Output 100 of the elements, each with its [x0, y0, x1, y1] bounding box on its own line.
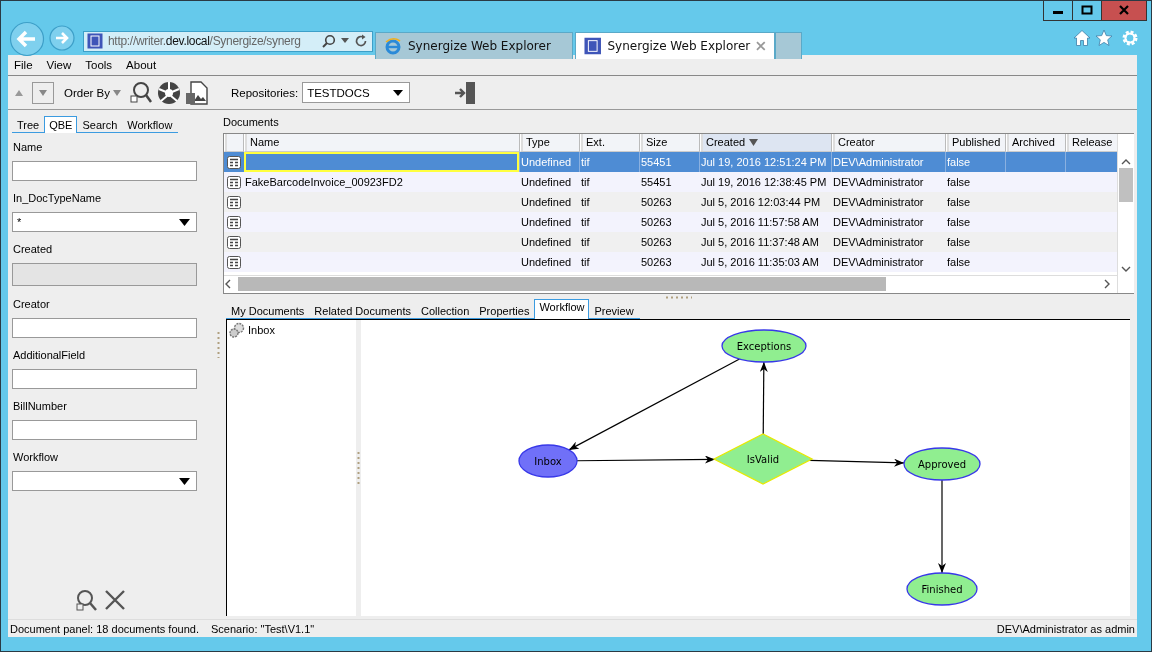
- section-title: Documents: [223, 116, 280, 129]
- tree-item[interactable]: Inbox: [227, 320, 356, 340]
- input-field[interactable]: [12, 420, 197, 440]
- caret-icon: [179, 477, 190, 485]
- panel-tab[interactable]: Search: [77, 116, 123, 132]
- table-cell-text: DEV\Administrator: [832, 255, 925, 270]
- table-cell-text: 55451: [640, 175, 673, 190]
- dropdown-field[interactable]: [12, 471, 197, 491]
- panel-tab[interactable]: Preview: [589, 301, 639, 318]
- field-label: Created: [13, 243, 54, 257]
- star-icon[interactable]: [1095, 29, 1113, 47]
- panel-tab[interactable]: Workflow: [534, 299, 590, 319]
- aperture-icon[interactable]: [157, 80, 181, 105]
- field-label: Workflow: [13, 451, 60, 465]
- splitter-handle[interactable]: [664, 295, 693, 299]
- caret-icon: [113, 89, 121, 96]
- table-cell-text: FakeBarcodeInvoice_00923FD2: [244, 175, 404, 190]
- exit-icon[interactable]: [454, 80, 477, 105]
- panel-tab[interactable]: My Documents: [226, 301, 310, 318]
- scroll-right-icon[interactable]: [1103, 279, 1112, 289]
- field-label: In_DocTypeName: [13, 192, 103, 206]
- clear-icon[interactable]: [104, 589, 126, 611]
- field-label: BillNumber: [13, 400, 68, 414]
- panel-tab[interactable]: Collection: [415, 301, 475, 318]
- table-row[interactable]: Undefined tif 50263 Jul 5, 2016 12:03:44 PM DEV\Administrator false: [224, 192, 1118, 212]
- caret-icon[interactable]: [341, 38, 349, 44]
- table-cell-text: tif: [580, 195, 591, 210]
- workflow-node[interactable]: Inbox: [518, 444, 578, 478]
- forward-button[interactable]: [49, 25, 75, 51]
- field-label: AdditionalField: [13, 349, 87, 363]
- table-cell-text: 50263: [640, 195, 673, 210]
- page-icon: [87, 33, 103, 49]
- panel-tab[interactable]: Tree: [12, 116, 45, 132]
- settings-icon[interactable]: [1121, 29, 1139, 47]
- move-up-icon[interactable]: [14, 88, 24, 97]
- splitter-handle[interactable]: [217, 330, 220, 359]
- close-button[interactable]: [1101, 1, 1146, 20]
- address-bar[interactable]: http://writer.dev.local/Synergize/synerg: [83, 30, 373, 52]
- document-icon: [227, 175, 241, 189]
- menu-item[interactable]: File: [14, 59, 33, 71]
- back-button[interactable]: [9, 21, 45, 57]
- table-cell-text: Undefined: [520, 235, 573, 250]
- dropdown-field[interactable]: *: [12, 212, 197, 232]
- table-cell-text: Jul 5, 2016 11:57:58 AM: [700, 215, 820, 230]
- user-text: DEV\Administrator as admin: [996, 622, 1135, 635]
- panel-tab[interactable]: Workflow: [122, 116, 178, 132]
- column-header[interactable]: [224, 134, 244, 152]
- splitter-handle[interactable]: [357, 451, 360, 485]
- document-icon: [227, 155, 241, 169]
- sort-descending-icon: [749, 139, 759, 146]
- search-icon[interactable]: [129, 80, 153, 105]
- column-header[interactable]: Name: [244, 134, 520, 152]
- table-row[interactable]: FakeBarcodeInvoice_00923FD2 Undefined tif 55451 Jul 19, 2016 12:38:45 PM DEV\Administrator false: [224, 172, 1118, 192]
- vertical-scrollbar[interactable]: [1117, 134, 1134, 293]
- workflow-node[interactable]: Exceptions: [721, 329, 807, 363]
- table-row[interactable]: Undefined tif 50263 Jul 5, 2016 11:37:48 AM DEV\Administrator false: [224, 232, 1118, 252]
- repository-dropdown[interactable]: TESTDOCS: [302, 82, 411, 103]
- scenario-text: Scenario: "Test\V1.1": [210, 622, 315, 635]
- table-cell-text: tif: [580, 215, 591, 230]
- search-icon[interactable]: [74, 589, 98, 613]
- horizontal-scrollbar[interactable]: [224, 275, 1118, 292]
- close-tab-icon[interactable]: [756, 40, 766, 51]
- scroll-thumb[interactable]: [1119, 168, 1134, 202]
- image-icon[interactable]: [185, 80, 209, 105]
- menu-item[interactable]: View: [46, 59, 72, 71]
- workflow-node[interactable]: Approved: [903, 447, 981, 481]
- table-row[interactable]: Undefined tif 50263 Jul 5, 2016 11:57:58 AM DEV\Administrator false: [224, 212, 1118, 232]
- close-icon: [1118, 5, 1130, 15]
- panel-tab[interactable]: QBE: [44, 116, 78, 133]
- scroll-left-icon[interactable]: [224, 279, 232, 289]
- document-icon: [227, 195, 241, 209]
- move-down-button[interactable]: [32, 81, 54, 104]
- menu-item[interactable]: Tools: [85, 59, 113, 71]
- refresh-icon[interactable]: [354, 34, 368, 48]
- column-header[interactable]: Created: [700, 134, 832, 152]
- table-cell-text: Jul 5, 2016 12:03:44 PM: [700, 195, 822, 210]
- menu-item[interactable]: About: [126, 59, 157, 71]
- table-cell-text: tif: [580, 175, 591, 190]
- table-cell-text: Undefined: [520, 175, 573, 190]
- input-field[interactable]: [12, 318, 197, 338]
- workflow-node[interactable]: Finished: [906, 572, 978, 606]
- document-icon: [227, 235, 241, 249]
- input-field[interactable]: [12, 369, 197, 389]
- input-field[interactable]: [12, 161, 197, 181]
- field-label: Name: [13, 141, 44, 155]
- browser-tab[interactable]: Synergize Web Explorer: [375, 31, 573, 59]
- browser-tab[interactable]: Synergize Web Explorer: [575, 31, 775, 59]
- search-icon[interactable]: [322, 34, 336, 48]
- table-cell-text: DEV\Administrator: [832, 175, 925, 190]
- workflow-node[interactable]: IsValid: [712, 433, 814, 485]
- table-row[interactable]: Undefined tif 50263 Jul 5, 2016 11:35:03 AM DEV\Administrator false: [224, 252, 1118, 272]
- scroll-down-icon[interactable]: [1121, 265, 1132, 273]
- scroll-up-icon[interactable]: [1121, 158, 1132, 166]
- panel-tab[interactable]: Properties: [474, 301, 535, 318]
- field-label: Creator: [13, 298, 51, 312]
- home-icon[interactable]: [1073, 29, 1091, 47]
- panel-tab[interactable]: Related Documents: [309, 301, 416, 318]
- order-by-menu[interactable]: Order By: [64, 86, 121, 99]
- table-cell-text: Jul 19, 2016 12:38:45 PM: [700, 175, 828, 190]
- maximize-icon: [1081, 5, 1093, 15]
